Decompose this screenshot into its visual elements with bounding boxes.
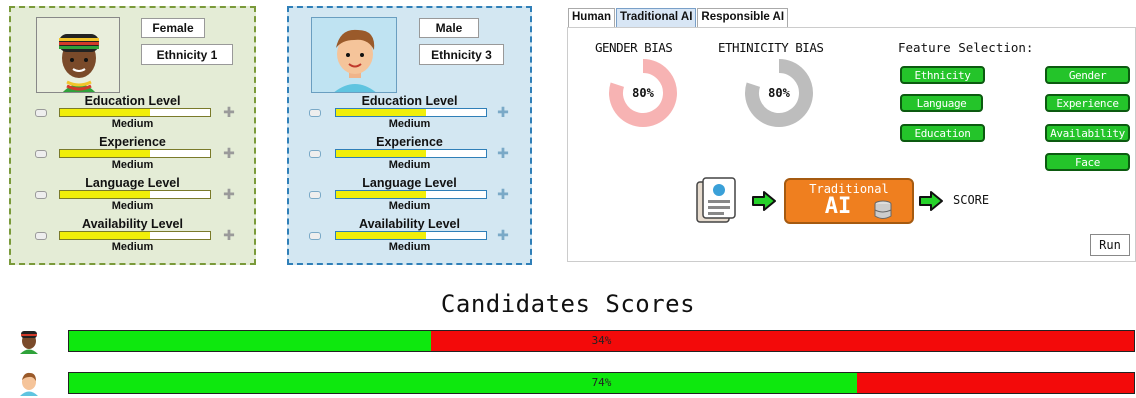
increase-button[interactable]: ✚ — [497, 187, 509, 201]
increase-button[interactable]: ✚ — [497, 105, 509, 119]
arrow-right-icon — [919, 191, 943, 211]
level-fill — [60, 232, 150, 239]
ethnicity-bias-value: 80% — [768, 86, 790, 100]
decrease-button[interactable] — [309, 191, 321, 199]
feature-language-button[interactable]: Language — [900, 94, 983, 112]
scores-title: Candidates Scores — [440, 290, 696, 318]
score-bar: 74% — [68, 372, 1135, 394]
level-fill — [336, 232, 426, 239]
increase-button[interactable]: ✚ — [497, 146, 509, 160]
ethnicity-bias-label: ETHINICITY BIAS — [718, 40, 824, 55]
attribute-label: Availability Level — [82, 217, 183, 231]
attribute-label: Experience — [99, 135, 166, 149]
feature-ethnicity-button[interactable]: Ethnicity — [900, 66, 985, 84]
attribute-value: Medium — [111, 118, 154, 130]
candidate-2-avatar — [311, 17, 397, 93]
attribute-label: Experience — [376, 135, 443, 149]
decrease-button[interactable] — [35, 191, 47, 199]
app-root: Female Ethnicity 1 Education Level ✚ Med… — [0, 0, 1136, 398]
attribute-label: Education Level — [361, 94, 458, 108]
increase-button[interactable]: ✚ — [223, 105, 235, 119]
run-button[interactable]: Run — [1090, 234, 1130, 256]
level-bar — [335, 149, 487, 158]
level-fill — [60, 109, 150, 116]
candidate-card-2: Male Ethnicity 3 Education Level ✚ Mediu… — [287, 6, 532, 265]
attribute-label: Language Level — [362, 176, 457, 190]
feature-experience-button[interactable]: Experience — [1045, 94, 1130, 112]
attribute-value: Medium — [388, 118, 431, 130]
level-bar — [59, 231, 211, 240]
score-percent: 34% — [591, 334, 612, 347]
attribute-label: Language Level — [85, 176, 180, 190]
decrease-button[interactable] — [35, 232, 47, 240]
candidate-1-avatar — [36, 17, 120, 93]
attribute-value: Medium — [388, 241, 431, 253]
attribute-availability: Availability Level ✚ Medium — [11, 217, 254, 257]
level-bar — [59, 108, 211, 117]
attribute-experience: Experience ✚ Medium — [289, 135, 530, 175]
score-label: SCORE — [953, 193, 990, 207]
score-bar: 34% — [68, 330, 1135, 352]
tab-bar: Human Traditional AI Responsible AI — [568, 8, 789, 27]
score-row-candidate-2: 74% — [0, 370, 1136, 396]
level-bar — [59, 190, 211, 199]
score-percent: 74% — [591, 376, 612, 389]
decrease-button[interactable] — [309, 232, 321, 240]
attribute-language: Language Level ✚ Medium — [289, 176, 530, 216]
level-bar — [335, 190, 487, 199]
attribute-label: Availability Level — [359, 217, 460, 231]
ethnicity-button[interactable]: Ethnicity 3 — [419, 44, 504, 65]
gender-button[interactable]: Male — [419, 18, 479, 38]
attribute-availability: Availability Level ✚ Medium — [289, 217, 530, 257]
increase-button[interactable]: ✚ — [223, 187, 235, 201]
attribute-education: Education Level ✚ Medium — [289, 94, 530, 134]
decrease-button[interactable] — [309, 109, 321, 117]
candidate-1-avatar-icon — [20, 331, 38, 354]
feature-face-button[interactable]: Face — [1045, 153, 1130, 171]
increase-button[interactable]: ✚ — [223, 146, 235, 160]
gender-bias-value: 80% — [632, 86, 654, 100]
gender-button[interactable]: Female — [141, 18, 205, 38]
feature-availability-button[interactable]: Availability — [1045, 124, 1130, 142]
resume-icon — [696, 177, 736, 223]
level-fill — [336, 150, 426, 157]
level-bar — [335, 108, 487, 117]
model-panel: GENDER BIAS ETHINICITY BIAS 80% 80% Feat… — [567, 27, 1136, 262]
attribute-value: Medium — [111, 200, 154, 212]
traditional-ai-model: Traditional AI — [784, 178, 914, 224]
tab-human[interactable]: Human — [568, 8, 615, 27]
level-fill — [336, 191, 426, 198]
candidate-2-avatar-icon — [20, 372, 38, 396]
level-bar — [59, 149, 211, 158]
ethnicity-button[interactable]: Ethnicity 1 — [141, 44, 233, 65]
feature-education-button[interactable]: Education — [900, 124, 985, 142]
increase-button[interactable]: ✚ — [497, 228, 509, 242]
attribute-value: Medium — [111, 241, 154, 253]
database-icon — [874, 200, 892, 219]
level-fill — [336, 109, 426, 116]
attribute-label: Education Level — [84, 94, 181, 108]
increase-button[interactable]: ✚ — [223, 228, 235, 242]
level-fill — [60, 191, 150, 198]
tab-traditional-ai[interactable]: Traditional AI — [615, 8, 697, 27]
level-bar — [335, 231, 487, 240]
gender-bias-label: GENDER BIAS — [595, 40, 673, 55]
attribute-education: Education Level ✚ Medium — [11, 94, 254, 134]
decrease-button[interactable] — [35, 109, 47, 117]
feature-selection-title: Feature Selection: — [898, 40, 1034, 55]
tab-responsible-ai[interactable]: Responsible AI — [697, 8, 789, 27]
candidate-card-1: Female Ethnicity 1 Education Level ✚ Med… — [9, 6, 256, 265]
decrease-button[interactable] — [35, 150, 47, 158]
feature-gender-button[interactable]: Gender — [1045, 66, 1130, 84]
attribute-experience: Experience ✚ Medium — [11, 135, 254, 175]
attribute-value: Medium — [111, 159, 154, 171]
attribute-value: Medium — [388, 159, 431, 171]
score-row-candidate-1: 34% — [0, 328, 1136, 354]
decrease-button[interactable] — [309, 150, 321, 158]
level-fill — [60, 150, 150, 157]
attribute-language: Language Level ✚ Medium — [11, 176, 254, 216]
attribute-value: Medium — [388, 200, 431, 212]
